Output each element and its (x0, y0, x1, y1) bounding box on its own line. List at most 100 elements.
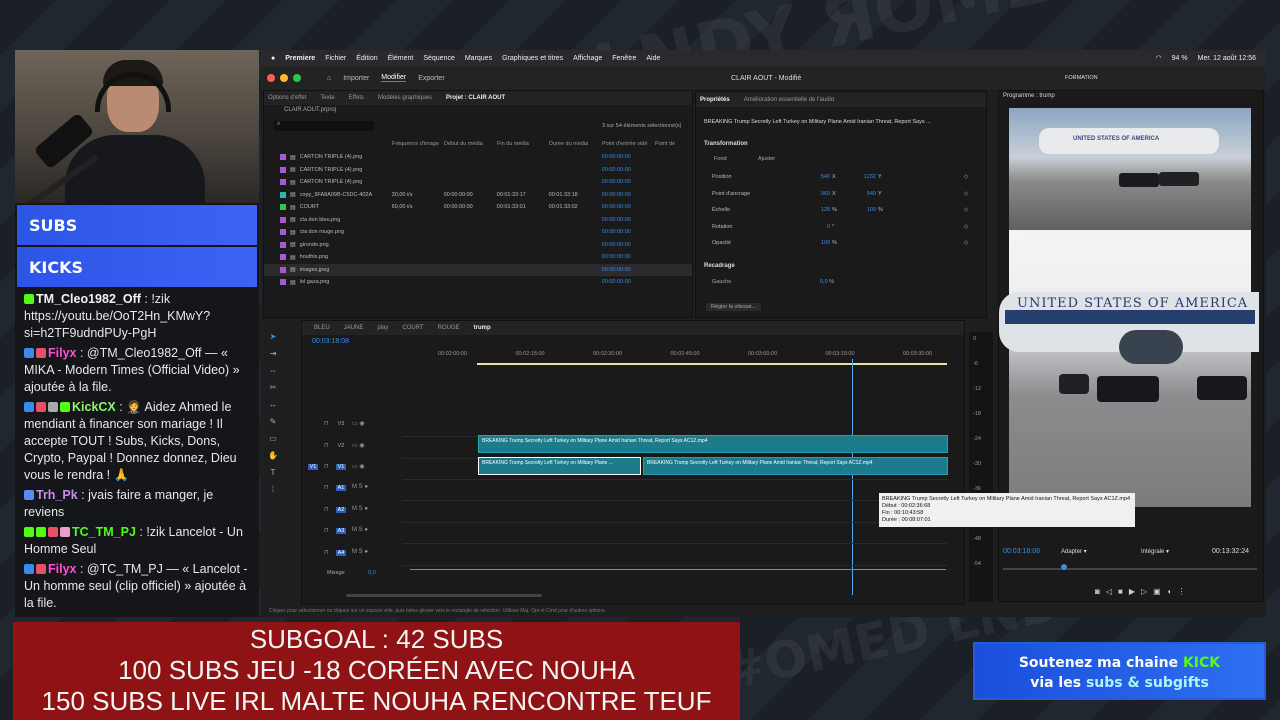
clip-v2[interactable]: BREAKING Trump Secretly Left Turkey on M… (478, 435, 948, 453)
gauche-value[interactable]: 0,0 % (820, 279, 834, 285)
tab-effets[interactable]: Effets (349, 95, 364, 101)
property-value-1[interactable]: 540 (820, 174, 830, 180)
pen-icon[interactable]: ✎ (265, 413, 281, 430)
chat-username[interactable]: Trh_Pk (36, 488, 78, 502)
playhead-marker[interactable] (1061, 564, 1067, 570)
horizontal-scrollbar[interactable] (346, 594, 542, 597)
project-item[interactable]: ▤ copy_9FA8A09B-C5DC-402A 30,00 i/s 00:00:0… (264, 189, 692, 201)
type-icon[interactable]: T (265, 464, 281, 481)
tab-projet[interactable]: Projet : CLAIR AOUT (446, 95, 505, 101)
search-input[interactable]: ⌕ (274, 121, 374, 131)
track-label-a3[interactable]: A3 (336, 528, 346, 534)
timeline-timecode[interactable]: 00:03:18:08 (312, 338, 349, 345)
track-lane[interactable] (402, 521, 947, 523)
camera-icon[interactable]: ◙ (1095, 587, 1106, 596)
keyframe-icon[interactable]: ◇ (964, 207, 968, 213)
minimize-window-button[interactable] (280, 74, 288, 82)
stop-icon[interactable]: ■ (1118, 587, 1129, 596)
property-value-1[interactable]: 0 (820, 224, 830, 230)
mixage-value[interactable]: 0,0 (368, 570, 376, 576)
apple-icon[interactable]: ● (271, 55, 275, 62)
project-item[interactable]: ▤ houthis.png 00:00:00:00 (264, 251, 692, 263)
source-patch-v1[interactable]: V1 (308, 464, 318, 470)
menu-marques[interactable]: Marques (465, 55, 492, 62)
col-fps[interactable]: Fréquence d'image (392, 141, 444, 147)
tab-audio-essentiel[interactable]: Amélioration essentielle de l'audio (744, 97, 835, 103)
col-start[interactable]: Début du média (444, 141, 497, 147)
subs-button[interactable]: SUBS (17, 205, 257, 245)
lock-icon[interactable]: ⊓ (324, 484, 329, 491)
chat-username[interactable]: TM_Cleo1982_Off (36, 292, 141, 306)
menu-affichage[interactable]: Affichage (573, 55, 602, 62)
menu-sequence[interactable]: Séquence (423, 55, 455, 62)
workspace-exporter[interactable]: Exporter (418, 75, 444, 82)
work-area-bar[interactable] (477, 363, 947, 365)
clip-v1-a[interactable]: BREAKING Trump Secretly Left Turkey on M… (478, 457, 641, 475)
lock-icon[interactable]: ⊓ (324, 549, 329, 556)
tab-proprietes[interactable]: Propriétés (700, 97, 730, 103)
home-icon[interactable]: ⌂ (327, 75, 331, 82)
project-item[interactable]: ▤ gironde.png 00:00:00:00 (264, 239, 692, 251)
project-item[interactable]: ▤ COURT 60,00 i/s 00:00:00:00 00:01:33:01 00:… (264, 201, 692, 213)
tab-sequence-play[interactable]: play (377, 325, 388, 331)
program-tab[interactable]: Programme : trump (1003, 93, 1055, 99)
close-window-button[interactable] (267, 74, 275, 82)
tab-sequence-court[interactable]: COURT (402, 325, 423, 331)
tab-modeles-graphiques[interactable]: Modèles graphiques (378, 95, 432, 101)
tab-options-effet[interactable]: Options d'effet (268, 95, 306, 101)
program-timecode[interactable]: 00:03:18:08 (1003, 548, 1040, 555)
tab-sequence-bleu[interactable]: BLEU (314, 325, 330, 331)
track-label-a4[interactable]: A4 (336, 549, 346, 556)
track-label-v3[interactable]: V3 (336, 421, 346, 427)
project-item[interactable]: ▤ cta don rouge.png 00:00:00:00 (264, 226, 692, 238)
ripple-icon[interactable]: ⇔ (265, 362, 281, 379)
track-lane[interactable] (402, 564, 947, 566)
menu-aide[interactable]: Aide (646, 55, 660, 62)
recadrage-header[interactable]: Recadrage (704, 263, 735, 269)
menu-edition[interactable]: Édition (356, 55, 377, 62)
chat-username[interactable]: Filyx (48, 562, 77, 576)
project-item[interactable]: ▤ cta don bleu.png 00:00:00:00 (264, 214, 692, 226)
zoom-window-button[interactable] (293, 74, 301, 82)
chat-username[interactable]: Filyx (48, 346, 77, 360)
col-point[interactable]: Point de (655, 141, 675, 147)
formation-button[interactable]: FORMATION (1065, 75, 1098, 81)
col-dur[interactable]: Durée du média (549, 141, 602, 147)
quality-select[interactable]: Intégrale ▾ (1141, 548, 1169, 555)
project-item[interactable]: ▤ CARTON TRIPLE (4).png 00:00:00:00 (264, 164, 692, 176)
keyframe-icon[interactable]: ◇ (964, 240, 968, 246)
lock-icon[interactable]: ⊓ (324, 527, 329, 534)
program-scrubber[interactable] (1003, 568, 1257, 570)
track-label-a2[interactable]: A2 (336, 506, 346, 513)
chat-username[interactable]: TC_TM_PJ (72, 525, 136, 539)
lock-icon[interactable]: ⊓ (324, 506, 329, 513)
property-value-2[interactable]: 100 (862, 207, 876, 213)
col-end[interactable]: Fin du média (497, 141, 549, 147)
keyframe-icon[interactable]: ◇ (964, 174, 968, 180)
menu-premiere[interactable]: Premiere (285, 55, 315, 62)
track-label-a1[interactable]: A1 (336, 485, 346, 491)
property-value-1[interactable]: 960 (820, 191, 830, 197)
regler-vitesse-button[interactable]: Régler la vitesse... (706, 303, 762, 311)
settings-icon[interactable]: ⋮ (1178, 587, 1192, 596)
ajuster-toggle[interactable]: Ajuster (758, 156, 775, 162)
project-item[interactable]: ▤ images.jpeg 00:00:00:00 (264, 263, 692, 276)
track-label-v1[interactable]: V1 (336, 464, 346, 470)
step-back-icon[interactable]: ◁ (1106, 587, 1118, 596)
project-item[interactable]: ▤ CARTON TRIPLE (4).png 00:00:00:00 (264, 176, 692, 188)
fond-toggle[interactable]: Fond (714, 156, 727, 162)
tab-sequence-trump[interactable]: trump (474, 325, 491, 331)
track-lane[interactable] (402, 479, 947, 480)
hand-icon[interactable]: ✋ (265, 447, 281, 464)
project-item[interactable]: ▤ lol gaza.png 00:00:00:00 (264, 276, 692, 288)
workspace-modifier[interactable]: Modifier (381, 74, 407, 82)
tab-sequence-rouge[interactable]: ROUGE (438, 325, 460, 331)
menu-fenetre[interactable]: Fenêtre (612, 55, 636, 62)
rectangle-icon[interactable]: ▭ (265, 430, 281, 447)
playhead-line[interactable] (852, 359, 853, 595)
razor-icon[interactable]: ✂ (265, 379, 281, 396)
property-value-2[interactable]: 1232 (862, 174, 876, 180)
lock-icon[interactable]: ⊓ (324, 463, 329, 470)
property-value-2[interactable]: 540 (862, 191, 876, 197)
property-value-1[interactable]: 128 (820, 207, 830, 213)
